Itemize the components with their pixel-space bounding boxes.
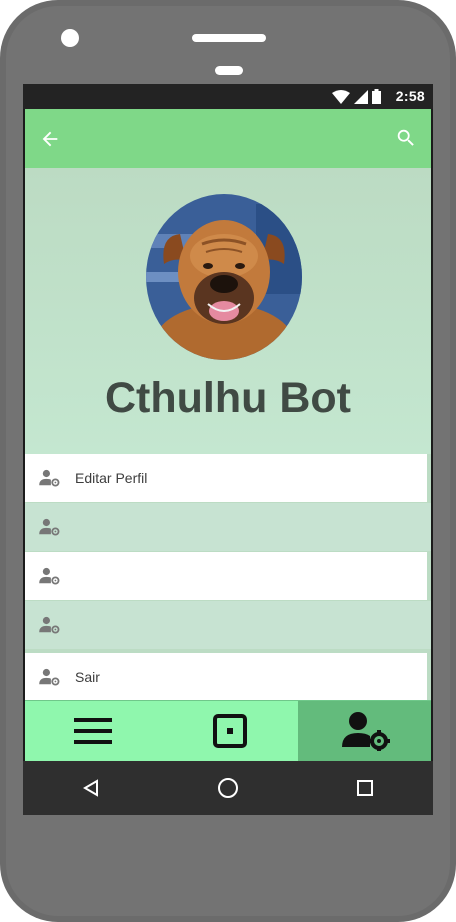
profile-name: Cthulhu Bot <box>105 374 351 422</box>
system-recents-button[interactable] <box>335 768 395 808</box>
user-settings-icon <box>39 469 60 487</box>
hamburger-menu-icon <box>74 718 113 744</box>
nav-menu-button[interactable] <box>25 701 162 761</box>
nav-profile-button[interactable] <box>298 701 431 761</box>
battery-icon <box>372 89 381 104</box>
user-settings-icon <box>341 712 390 751</box>
menu-item-label: Sair <box>75 669 100 685</box>
menu-item-2[interactable] <box>25 503 431 551</box>
menu-item-label: Editar Perfil <box>75 470 148 486</box>
arrow-left-icon[interactable] <box>39 128 61 150</box>
proximity-sensor <box>215 66 243 75</box>
app-content: Cthulhu Bot Editar Perfil Sair <box>23 109 433 761</box>
earpiece-speaker <box>192 34 266 42</box>
wifi-icon <box>332 89 350 104</box>
menu-item-editar-perfil[interactable]: Editar Perfil <box>25 454 427 502</box>
menu-item-sair[interactable]: Sair <box>25 653 427 701</box>
search-icon[interactable] <box>395 127 417 149</box>
triangle-back-icon <box>83 779 99 797</box>
bottom-navigation <box>25 700 431 761</box>
status-time: 2:58 <box>395 88 425 104</box>
user-settings-icon <box>39 668 60 686</box>
system-back-button[interactable] <box>61 768 121 808</box>
profile-header: Cthulhu Bot <box>25 168 431 454</box>
profile-menu: Editar Perfil Sair <box>25 454 431 702</box>
user-settings-icon <box>39 616 60 634</box>
status-icons <box>332 89 381 104</box>
system-navigation-bar <box>23 761 433 815</box>
system-home-button[interactable] <box>198 768 258 808</box>
nav-home-button[interactable] <box>162 701 299 761</box>
signal-icon <box>354 89 368 104</box>
front-camera <box>61 29 79 47</box>
user-settings-icon <box>39 567 60 585</box>
dog-photo <box>146 194 302 360</box>
user-settings-icon <box>39 518 60 536</box>
menu-item-4[interactable] <box>25 601 431 649</box>
square-recents-icon <box>356 780 373 796</box>
status-bar: 2:58 <box>23 84 433 109</box>
screen: 2:58 Cthulhu Bot Editar Perfil Sair <box>23 84 433 815</box>
circle-home-icon <box>217 778 238 798</box>
square-dot-icon <box>213 714 247 748</box>
menu-item-3[interactable] <box>25 552 427 600</box>
app-bar <box>25 109 431 169</box>
avatar[interactable] <box>146 194 302 360</box>
phone-frame: 2:58 Cthulhu Bot Editar Perfil Sair <box>0 0 456 922</box>
